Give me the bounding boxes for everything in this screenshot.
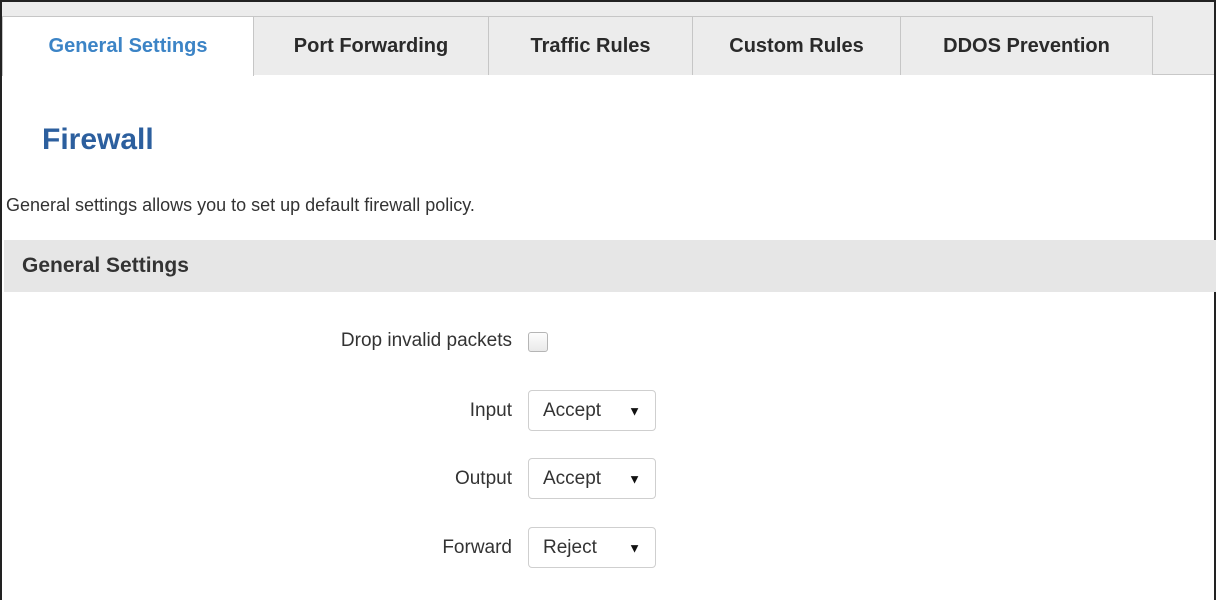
page-description: General settings allows you to set up de…	[6, 195, 475, 215]
section-header: General Settings	[4, 240, 1216, 292]
forward-policy-label: Forward	[442, 537, 512, 558]
input-policy-label: Input	[469, 400, 512, 421]
tab-port-forwarding[interactable]: Port Forwarding	[253, 16, 489, 75]
output-policy-select[interactable]: Accept ▼	[528, 458, 656, 499]
output-policy-value: Accept	[543, 467, 602, 489]
chevron-down-icon: ▼	[628, 540, 641, 555]
output-policy-label: Output	[454, 468, 512, 489]
tab-label: Traffic Rules	[530, 34, 651, 57]
tab-label: DDOS Prevention	[943, 34, 1110, 57]
section-title: General Settings	[22, 254, 189, 277]
tab-ddos-prevention[interactable]: DDOS Prevention	[900, 16, 1153, 75]
drop-invalid-packets-label: Drop invalid packets	[340, 330, 512, 351]
tab-general-settings[interactable]: General Settings	[2, 16, 254, 76]
tab-traffic-rules[interactable]: Traffic Rules	[488, 16, 693, 75]
drop-invalid-packets-checkbox[interactable]	[528, 332, 548, 352]
page-title: Firewall	[42, 123, 154, 156]
chevron-down-icon: ▼	[628, 471, 641, 486]
forward-policy-value: Reject	[543, 536, 597, 558]
chevron-down-icon: ▼	[628, 403, 641, 418]
input-policy-select[interactable]: Accept ▼	[528, 390, 656, 431]
tab-label: Port Forwarding	[293, 34, 449, 57]
tab-bar: General Settings Port Forwarding Traffic…	[2, 2, 1214, 76]
tab-label: Custom Rules	[729, 34, 864, 57]
firewall-panel: General Settings Port Forwarding Traffic…	[0, 0, 1216, 600]
tab-custom-rules[interactable]: Custom Rules	[692, 16, 901, 75]
tab-label: General Settings	[48, 35, 208, 57]
input-policy-value: Accept	[543, 399, 602, 421]
forward-policy-select[interactable]: Reject ▼	[528, 527, 656, 568]
